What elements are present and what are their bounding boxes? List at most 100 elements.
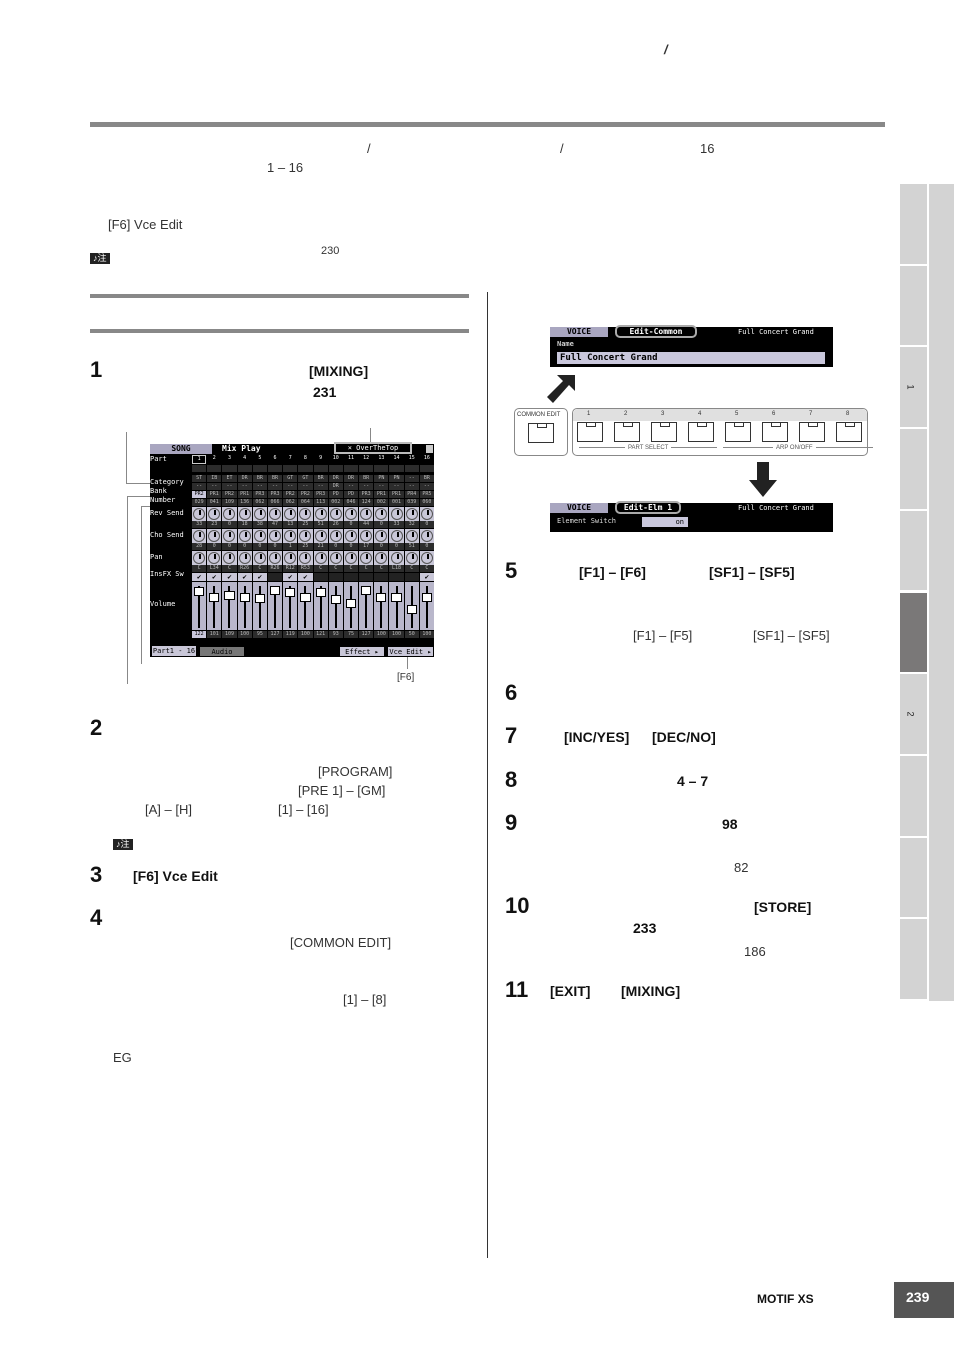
insfx-checkbox[interactable] (328, 573, 343, 581)
fader-cap[interactable] (209, 592, 220, 602)
knob-pan[interactable] (374, 551, 389, 565)
volume-fader[interactable] (404, 582, 419, 630)
knob-rev-send[interactable] (313, 507, 328, 521)
part-button-8[interactable] (836, 422, 862, 442)
volume-fader[interactable] (207, 582, 222, 630)
knob-cho-send[interactable] (252, 529, 267, 543)
insfx-checkbox[interactable] (389, 573, 404, 581)
knob-pan[interactable] (419, 551, 434, 565)
insfx-checkbox[interactable] (313, 573, 328, 581)
effect-button[interactable]: Effect ▸ (340, 647, 384, 656)
vce-edit-button[interactable]: Vce Edit ▸ (388, 647, 433, 656)
fader-cap[interactable] (269, 586, 281, 595)
knob-pan[interactable] (404, 551, 419, 565)
insfx-checkbox[interactable]: ✔ (252, 573, 267, 581)
knob-pan[interactable] (222, 551, 237, 565)
volume-fader[interactable] (192, 582, 207, 630)
knob-pan[interactable] (359, 551, 374, 565)
fader-cap[interactable] (254, 594, 265, 604)
knob-rev-send[interactable] (389, 507, 404, 521)
part-button-6[interactable] (762, 422, 788, 442)
knob-cho-send[interactable] (267, 529, 283, 543)
knob-cho-send[interactable] (343, 529, 359, 543)
common-edit-button[interactable] (528, 423, 554, 443)
knob-pan[interactable] (298, 551, 313, 565)
edit-common-tab[interactable]: Edit-Common (615, 325, 697, 338)
menu-icon[interactable] (426, 445, 433, 453)
knob-rev-send[interactable] (374, 507, 389, 521)
knob-pan[interactable] (283, 551, 298, 565)
part-button-4[interactable] (688, 422, 714, 442)
knob-pan[interactable] (192, 551, 207, 565)
fader-cap[interactable] (330, 594, 341, 604)
name-field[interactable]: Full Concert Grand (557, 352, 825, 364)
knob-cho-send[interactable] (374, 529, 389, 543)
insfx-checkbox[interactable]: ✔ (419, 573, 434, 581)
fader-cap[interactable] (224, 590, 235, 600)
fader-cap[interactable] (391, 592, 402, 602)
knob-pan[interactable] (313, 551, 328, 565)
knob-rev-send[interactable] (267, 507, 283, 521)
fader-cap[interactable] (315, 587, 326, 597)
volume-fader[interactable] (328, 582, 343, 630)
fader-cap[interactable] (406, 605, 417, 615)
fader-cap[interactable] (376, 592, 387, 602)
knob-rev-send[interactable] (252, 507, 267, 521)
volume-fader[interactable] (222, 582, 237, 630)
fader-cap[interactable] (361, 586, 372, 595)
knob-rev-send[interactable] (359, 507, 374, 521)
sidebar-tab[interactable] (900, 510, 927, 591)
knob-cho-send[interactable] (298, 529, 313, 543)
sidebar-tab[interactable] (900, 919, 927, 999)
insfx-checkbox[interactable]: ✔ (192, 573, 207, 581)
volume-fader[interactable] (374, 582, 389, 630)
sidebar-tab[interactable] (900, 429, 927, 509)
part-button-2[interactable] (614, 422, 640, 442)
knob-pan[interactable] (343, 551, 359, 565)
insfx-checkbox[interactable]: ✔ (207, 573, 222, 581)
knob-cho-send[interactable] (222, 529, 237, 543)
knob-cho-send[interactable] (359, 529, 374, 543)
knob-rev-send[interactable] (404, 507, 419, 521)
sidebar-tab[interactable] (900, 592, 927, 673)
insfx-checkbox[interactable] (359, 573, 374, 581)
insfx-checkbox[interactable] (404, 573, 419, 581)
knob-rev-send[interactable] (298, 507, 313, 521)
knob-rev-send[interactable] (237, 507, 252, 521)
knob-pan[interactable] (389, 551, 404, 565)
volume-fader[interactable] (343, 582, 359, 630)
knob-cho-send[interactable] (389, 529, 404, 543)
knob-pan[interactable] (237, 551, 252, 565)
volume-fader[interactable] (267, 582, 283, 630)
song-name[interactable]: × OverTheTop (334, 442, 412, 454)
knob-pan[interactable] (207, 551, 222, 565)
knob-cho-send[interactable] (192, 529, 207, 543)
knob-rev-send[interactable] (328, 507, 343, 521)
knob-cho-send[interactable] (328, 529, 343, 543)
fader-cap[interactable] (345, 599, 357, 609)
knob-cho-send[interactable] (237, 529, 252, 543)
knob-rev-send[interactable] (283, 507, 298, 521)
insfx-checkbox[interactable] (267, 573, 283, 581)
knob-rev-send[interactable] (343, 507, 359, 521)
volume-fader[interactable] (313, 582, 328, 630)
volume-fader[interactable] (298, 582, 313, 630)
sidebar-tab[interactable] (900, 755, 927, 836)
sidebar-tab[interactable] (900, 184, 927, 264)
volume-fader[interactable] (237, 582, 252, 630)
fader-cap[interactable] (239, 592, 250, 602)
insfx-checkbox[interactable] (343, 573, 359, 581)
volume-fader[interactable] (359, 582, 374, 630)
knob-pan[interactable] (267, 551, 283, 565)
sidebar-tab[interactable] (900, 837, 927, 918)
knob-pan[interactable] (252, 551, 267, 565)
element-switch-field[interactable]: on (642, 517, 688, 527)
knob-rev-send[interactable] (192, 507, 207, 521)
edit-elm-tab[interactable]: Edit-Elm 1 (615, 501, 681, 514)
fader-cap[interactable] (194, 587, 205, 597)
tab-parts[interactable]: Part1 - 16 (152, 646, 196, 656)
sidebar-tab[interactable]: 2 (900, 674, 927, 754)
knob-cho-send[interactable] (313, 529, 328, 543)
knob-rev-send[interactable] (222, 507, 237, 521)
insfx-checkbox[interactable]: ✔ (298, 573, 313, 581)
